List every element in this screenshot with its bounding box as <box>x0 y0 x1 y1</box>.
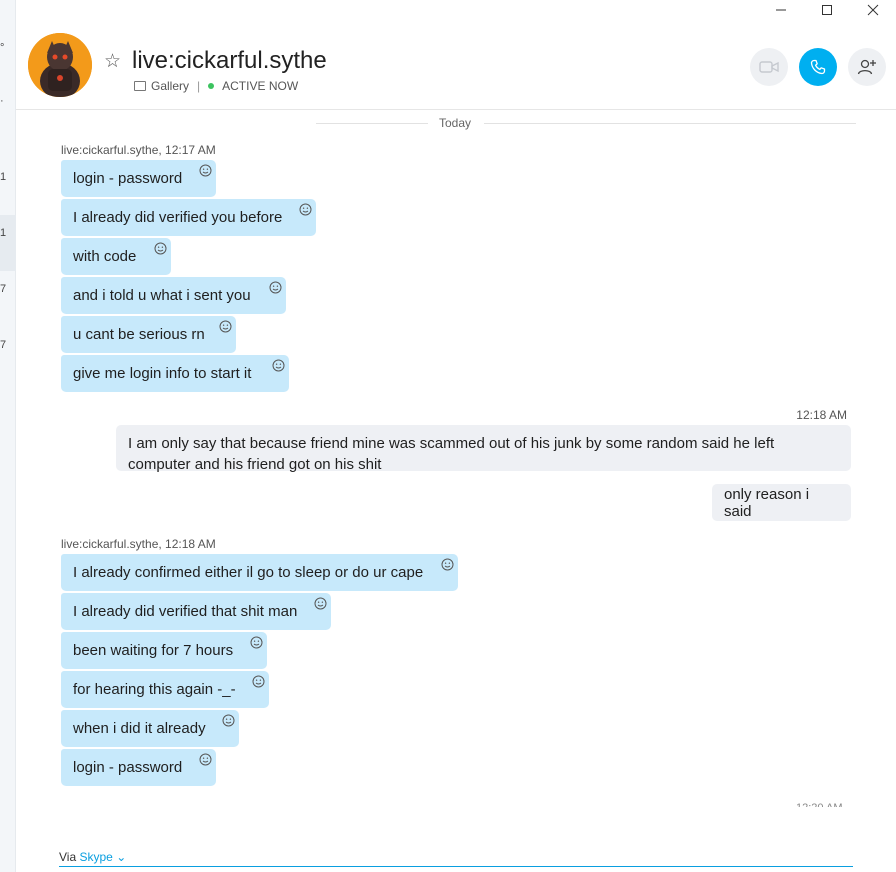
reaction-smiley-icon[interactable] <box>250 636 263 649</box>
sidebar-fragment: · <box>0 95 4 107</box>
message-text: with code <box>73 248 137 265</box>
chat-header: ☆ live:cickarful.sythe Gallery | ACTIVE … <box>16 20 896 110</box>
reaction-smiley-icon[interactable] <box>314 597 327 610</box>
sender-meta: live:cickarful.sythe, 12:17 AM <box>61 143 216 157</box>
phone-icon <box>810 59 826 75</box>
reaction-smiley-icon[interactable] <box>299 203 312 216</box>
minimize-icon <box>776 9 786 11</box>
incoming-message[interactable]: I already did verified that shit man <box>61 593 331 630</box>
avatar-image <box>28 33 92 97</box>
message-text: when i did it already <box>73 720 206 737</box>
close-button[interactable] <box>850 0 896 20</box>
favorite-star-icon[interactable]: ☆ <box>104 50 121 73</box>
reaction-smiley-icon[interactable] <box>272 359 285 372</box>
selected-contact-highlight[interactable] <box>0 215 16 271</box>
incoming-message[interactable]: when i did it already <box>61 710 239 747</box>
message-text: u cant be serious rn <box>73 326 205 343</box>
maximize-icon <box>822 5 832 15</box>
divider-line-right <box>484 123 856 124</box>
online-status-dot <box>208 83 215 89</box>
via-label: Via <box>59 850 77 864</box>
incoming-message[interactable]: been waiting for 7 hours <box>61 632 267 669</box>
sidebar-fragment: 1 <box>0 227 7 239</box>
clipped-timestamp: 12:20 AM <box>796 803 842 807</box>
incoming-message[interactable]: with code <box>61 238 171 275</box>
reaction-smiley-icon[interactable] <box>199 164 212 177</box>
video-camera-icon <box>759 61 779 73</box>
chevron-down-icon: ⌄ <box>116 850 127 864</box>
outgoing-message[interactable]: only reason i said <box>712 484 851 521</box>
message-text: only reason i said <box>724 485 810 520</box>
subline-separator: | <box>197 79 201 93</box>
incoming-message[interactable]: I already confirmed either il go to slee… <box>61 554 458 591</box>
incoming-message[interactable]: login - password <box>61 160 216 197</box>
message-input-underline[interactable] <box>59 866 853 867</box>
incoming-message[interactable]: u cant be serious rn <box>61 316 236 353</box>
incoming-message[interactable]: login - password <box>61 749 216 786</box>
add-people-button[interactable] <box>848 48 886 86</box>
via-selector[interactable]: Via Skype ⌄ <box>59 850 126 864</box>
via-brand: Skype <box>79 850 113 864</box>
gallery-link[interactable]: Gallery <box>151 79 189 93</box>
message-text: give me login info to start it <box>73 365 252 382</box>
incoming-message[interactable]: and i told u what i sent you <box>61 277 286 314</box>
reaction-smiley-icon[interactable] <box>222 714 235 727</box>
sidebar-fragment: 7 <box>0 283 7 295</box>
sidebar-fragment: 7 <box>0 339 7 351</box>
message-text: I already confirmed either il go to slee… <box>73 564 424 581</box>
message-text: and i told u what i sent you <box>73 287 251 304</box>
avatar[interactable] <box>28 33 92 97</box>
date-divider-label: Today <box>438 116 472 130</box>
reaction-smiley-icon[interactable] <box>199 753 212 766</box>
sender-meta: live:cickarful.sythe, 12:18 AM <box>61 537 216 551</box>
incoming-message[interactable]: for hearing this again -_- <box>61 671 269 708</box>
incoming-message[interactable]: I already did verified you before <box>61 199 316 236</box>
reaction-smiley-icon[interactable] <box>441 558 454 571</box>
outgoing-message[interactable]: I am only say that because friend mine w… <box>116 425 851 473</box>
presence-status: ACTIVE NOW <box>222 79 299 93</box>
incoming-message[interactable]: give me login info to start it <box>61 355 289 392</box>
contact-name[interactable]: live:cickarful.sythe <box>132 47 327 75</box>
message-text: login - password <box>73 759 183 776</box>
contact-list-sidebar: ° · 1 1 7 7 <box>0 0 16 872</box>
video-call-button[interactable] <box>750 48 788 86</box>
sidebar-fragment: ° <box>0 42 5 54</box>
message-text: I already did verified that shit man <box>73 603 298 620</box>
gallery-icon <box>134 81 146 91</box>
sidebar-fragment: 1 <box>0 171 7 183</box>
skype-chat-window: ° · 1 1 7 7 ☆ live:cickarful.sythe Galle… <box>0 0 896 872</box>
date-divider: Today <box>316 116 856 130</box>
message-text: login - password <box>73 170 183 187</box>
message-text: I already did verified you before <box>73 209 283 226</box>
maximize-button[interactable] <box>804 0 850 20</box>
message-text: I am only say that because friend mine w… <box>128 435 775 473</box>
contact-subline: Gallery | ACTIVE NOW <box>134 79 298 93</box>
own-message-time: 12:18 AM <box>796 408 847 422</box>
add-person-icon <box>857 59 876 75</box>
minimize-button[interactable] <box>758 0 804 20</box>
reaction-smiley-icon[interactable] <box>219 320 232 333</box>
message-text: for hearing this again -_- <box>73 681 236 698</box>
close-icon <box>867 4 879 16</box>
message-text: been waiting for 7 hours <box>73 642 234 659</box>
window-controls <box>758 0 896 20</box>
reaction-smiley-icon[interactable] <box>252 675 265 688</box>
divider-line-left <box>316 123 428 124</box>
reaction-smiley-icon[interactable] <box>269 281 282 294</box>
reaction-smiley-icon[interactable] <box>154 242 167 255</box>
audio-call-button[interactable] <box>799 48 837 86</box>
